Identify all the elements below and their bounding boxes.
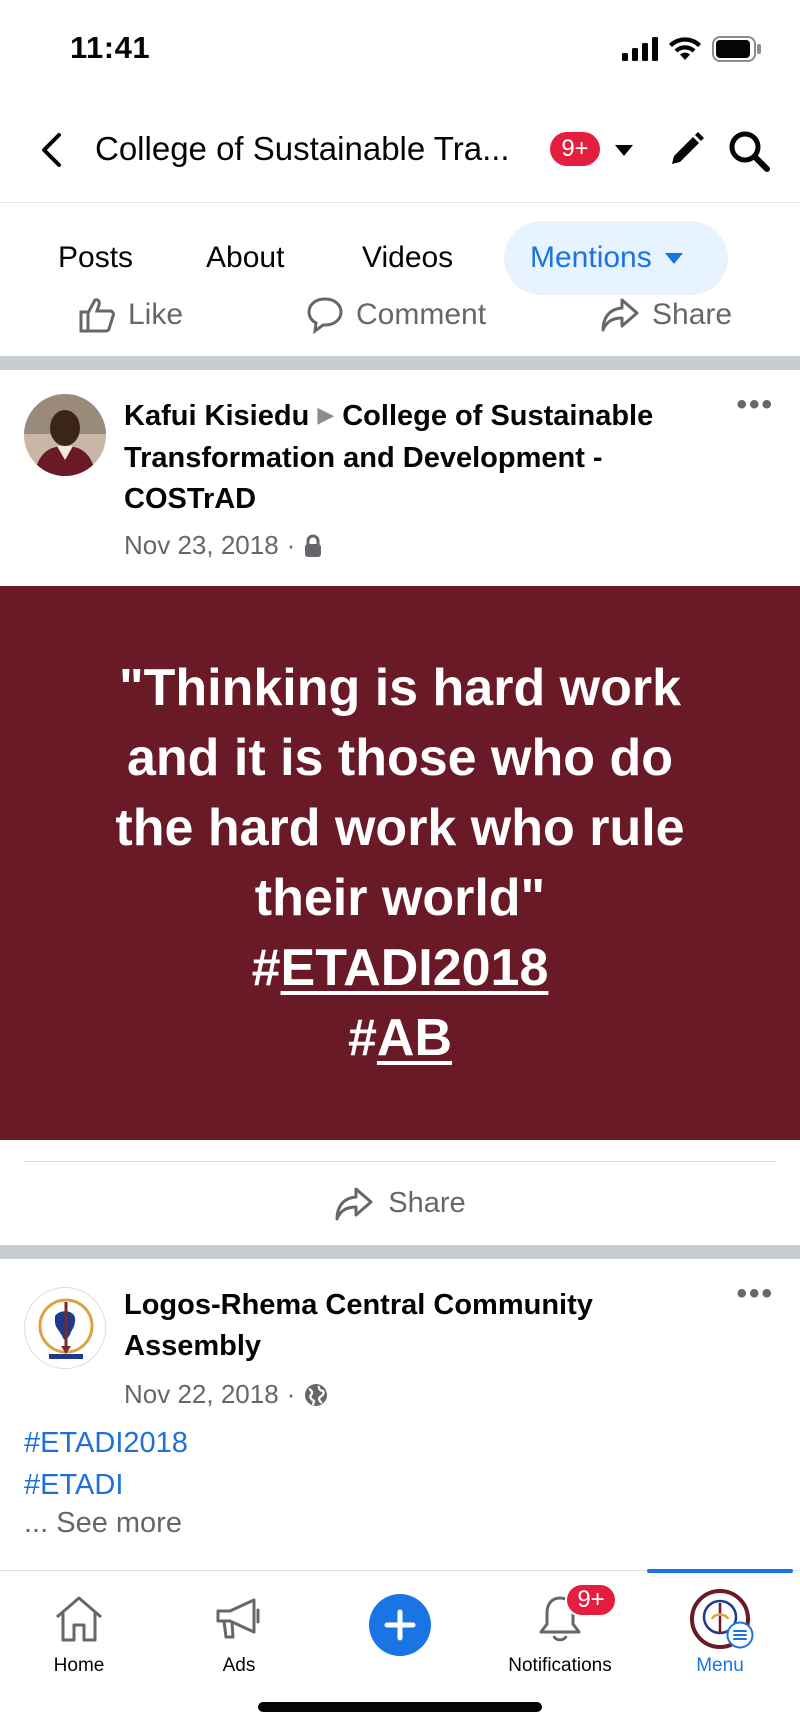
hashtag-text: ETADI2018	[280, 939, 549, 997]
quote-hashtag[interactable]: #ETADI2018	[60, 933, 740, 1003]
quote-text: "Thinking is hard work and it is those w…	[60, 653, 740, 1073]
plus-icon	[384, 1609, 416, 1641]
nav-ads-label: Ads	[222, 1655, 256, 1676]
share-icon	[335, 1187, 373, 1220]
post-divider	[0, 356, 800, 370]
nav-notifications-label: Notifications	[508, 1655, 612, 1676]
post-date[interactable]: Nov 22, 2018	[124, 1379, 279, 1410]
post-hashtags: #ETADI2018 #ETADI	[24, 1422, 188, 1506]
hashtag-symbol: #	[251, 939, 281, 997]
share-button[interactable]: Share	[600, 296, 732, 334]
comment-icon	[307, 297, 343, 334]
person-avatar-image	[24, 394, 106, 476]
organization-logo	[26, 1289, 105, 1368]
triangle-right-icon: ▶	[317, 402, 335, 427]
status-time: 11:41	[70, 30, 151, 65]
pencil-icon	[672, 132, 704, 164]
cellular-signal-icon	[622, 37, 658, 61]
tab-about[interactable]: About	[206, 221, 284, 295]
share-label: Share	[652, 298, 733, 331]
post-author-name[interactable]: Kafui Kisiedu	[124, 400, 309, 432]
post-author-line: Kafui Kisiedu ▶ College of Sustainable Tra…	[124, 396, 724, 520]
quote-hashtag[interactable]: #AB	[60, 1003, 740, 1073]
megaphone-icon	[216, 1598, 260, 1639]
status-bar: 11:41	[0, 0, 800, 100]
menu-lines-icon	[726, 1621, 754, 1649]
edit-button[interactable]	[662, 126, 710, 174]
home-icon	[56, 1596, 102, 1642]
thumbs-up-icon	[79, 298, 115, 333]
home-indicator	[258, 1702, 542, 1712]
tab-mentions-label: Mentions	[530, 241, 652, 274]
nav-ads[interactable]: Ads	[174, 1571, 304, 1677]
post-more-options-button[interactable]: •••	[736, 1277, 774, 1311]
post-meta: Nov 22, 2018 ·	[124, 1379, 329, 1410]
like-label: Like	[128, 298, 184, 331]
quote-line: their world"	[254, 869, 546, 927]
tab-videos[interactable]: Videos	[362, 221, 453, 295]
see-more-link[interactable]: ... See more	[24, 1507, 182, 1540]
hashtag-text: AB	[376, 1009, 453, 1067]
search-button[interactable]	[724, 126, 774, 176]
quote-line: "Thinking is hard work	[118, 659, 682, 717]
lock-icon	[305, 534, 322, 557]
page-switch-caret[interactable]	[612, 138, 636, 162]
status-icons	[622, 36, 762, 62]
quote-line: the hard work who rule	[115, 799, 685, 857]
meta-separator: ·	[286, 1379, 296, 1409]
comment-label: Comment	[356, 298, 487, 331]
quote-line: and it is those who do	[127, 729, 673, 787]
nav-home-label: Home	[53, 1655, 105, 1676]
post-date[interactable]: Nov 23, 2018	[124, 530, 279, 561]
create-button-circle	[369, 1594, 431, 1656]
page-tabs: Posts About Videos Mentions	[0, 202, 800, 310]
share-icon	[601, 298, 639, 332]
hashtag-symbol: #	[347, 1009, 377, 1067]
comment-button[interactable]: Comment	[306, 296, 486, 334]
nav-menu[interactable]: Menu	[655, 1571, 785, 1677]
page-header: College of Sustainable Tra... 9+	[0, 100, 800, 202]
nav-menu-label: Menu	[696, 1655, 744, 1676]
previous-post-actions: Like Comment Share	[0, 296, 800, 356]
notifications-badge: 9+	[565, 1583, 617, 1617]
post-author-name[interactable]: Logos-Rhema Central Community Assembly	[124, 1285, 724, 1367]
hashtag-link[interactable]: #ETADI2018	[24, 1422, 188, 1464]
nav-notifications[interactable]: 9+ Notifications	[495, 1571, 625, 1677]
back-button[interactable]	[32, 130, 72, 170]
avatar[interactable]	[24, 1287, 106, 1369]
nav-create-button[interactable]	[335, 1571, 465, 1656]
page-title[interactable]: College of Sustainable Tra...	[95, 130, 510, 168]
meta-separator: ·	[286, 530, 296, 560]
avatar[interactable]	[24, 394, 106, 476]
like-button[interactable]: Like	[78, 296, 183, 334]
hashtag-link[interactable]: #ETADI	[24, 1464, 188, 1506]
search-icon	[729, 131, 770, 172]
globe-icon	[305, 1383, 328, 1406]
chevron-left-icon	[42, 133, 61, 167]
post-meta: Nov 23, 2018 ·	[124, 530, 323, 561]
post-more-options-button[interactable]: •••	[736, 388, 774, 422]
tab-posts[interactable]: Posts	[58, 221, 133, 295]
quote-background-card: "Thinking is hard work and it is those w…	[0, 586, 800, 1140]
tab-mentions[interactable]: Mentions	[504, 221, 728, 295]
post-share-button[interactable]: Share	[24, 1161, 776, 1245]
caret-down-icon	[664, 253, 683, 264]
wifi-icon	[669, 37, 701, 60]
post-divider	[0, 1245, 800, 1259]
share-label: Share	[388, 1187, 466, 1219]
caret-down-icon	[615, 145, 633, 156]
nav-home[interactable]: Home	[14, 1571, 144, 1677]
header-notification-badge: 9+	[550, 132, 600, 166]
battery-icon	[712, 36, 761, 62]
